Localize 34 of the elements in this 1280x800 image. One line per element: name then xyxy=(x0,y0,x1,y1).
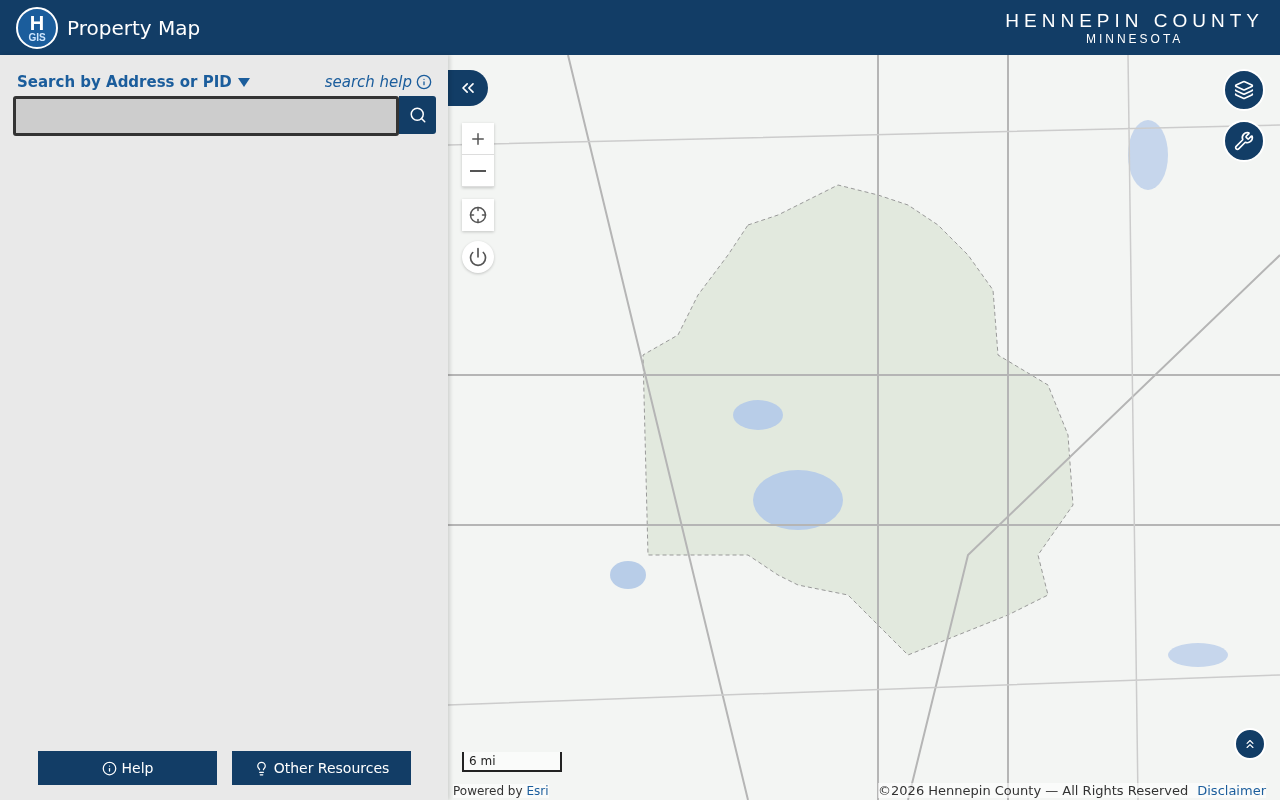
logo-letter: H xyxy=(29,12,45,33)
chevron-icon xyxy=(1243,737,1257,751)
powered-by-text: Powered by Esri xyxy=(453,784,549,798)
app-title: Property Map xyxy=(67,15,201,40)
brand-name: HENNEPIN COUNTY xyxy=(1005,9,1264,32)
search-icon xyxy=(408,106,427,124)
disclaimer-link[interactable]: Disclaimer xyxy=(1197,783,1266,798)
zoom-in-button[interactable] xyxy=(462,123,494,155)
esri-link[interactable]: Esri xyxy=(526,784,549,798)
search-button[interactable] xyxy=(399,96,436,134)
crosshair-icon xyxy=(469,206,487,224)
locate-button[interactable] xyxy=(462,199,494,231)
collapse-panel-button[interactable] xyxy=(448,70,488,106)
search-help-link[interactable]: search help xyxy=(324,73,432,91)
layers-icon xyxy=(1234,80,1254,100)
brand-state: MINNESOTA xyxy=(1085,31,1184,46)
wrench-icon xyxy=(1234,131,1254,151)
minus-icon xyxy=(470,169,486,172)
power-button[interactable] xyxy=(462,241,494,273)
logo-text: GIS xyxy=(28,32,46,43)
caret-icon xyxy=(237,77,250,87)
search-mode-dropdown[interactable]: Search by Address or PID xyxy=(17,73,250,91)
info-icon xyxy=(416,74,432,90)
tools-button[interactable] xyxy=(1223,120,1265,162)
search-field[interactable] xyxy=(13,96,399,136)
power-icon xyxy=(468,247,488,267)
layers-button[interactable] xyxy=(1223,69,1265,111)
expand-button[interactable] xyxy=(1234,728,1266,760)
info-icon xyxy=(101,760,117,776)
zoom-out-button[interactable] xyxy=(462,155,494,187)
resources-button[interactable]: Other Resources xyxy=(232,751,411,785)
copyright-text: ©2026 Hennepin County — All Rights Reserved xyxy=(878,783,1189,798)
scale-bar: 6 mi xyxy=(462,752,562,772)
help-button[interactable]: Help xyxy=(38,751,217,785)
